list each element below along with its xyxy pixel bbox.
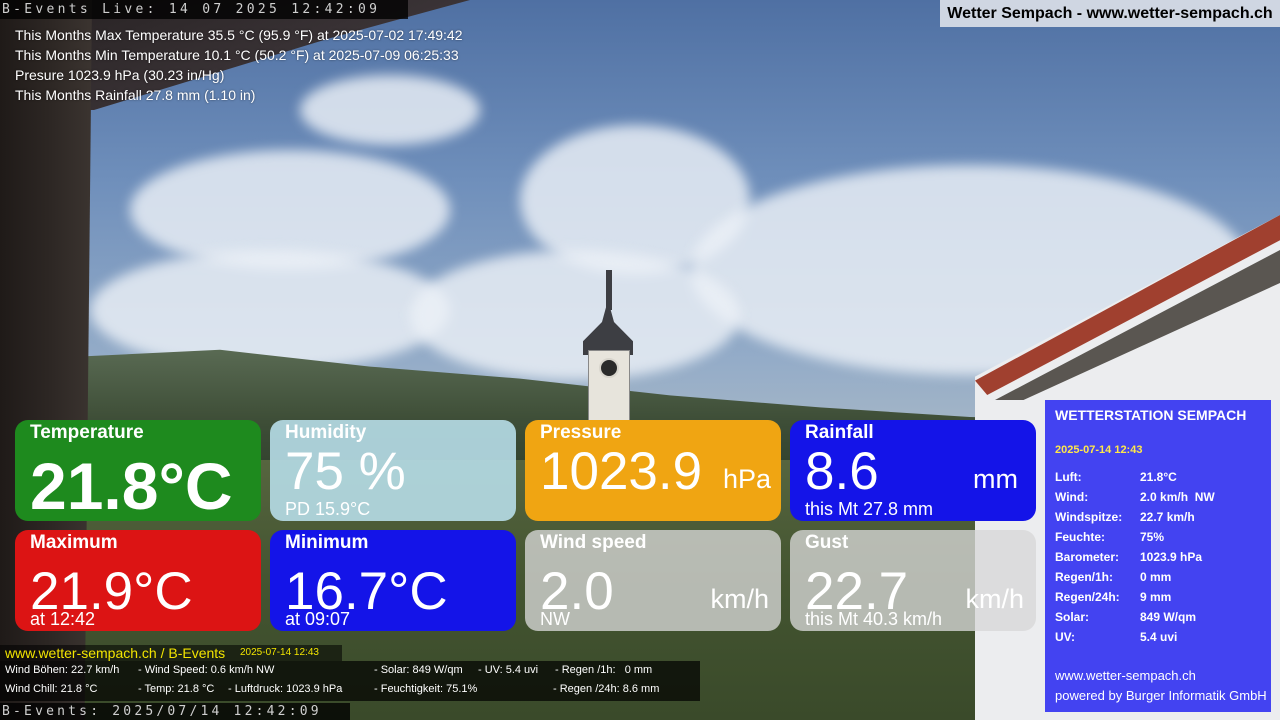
station-row-value: 9 mm — [1140, 590, 1172, 604]
station-url: www.wetter-sempach.ch — [1055, 668, 1196, 683]
ticker-timestamp: 2025-07-14 12:43 — [240, 647, 319, 658]
church-clock — [599, 358, 619, 378]
tile-subtext: at 12:42 — [30, 609, 96, 629]
stat-rainfall: This Months Rainfall 27.8 mm (1.10 in) — [15, 87, 256, 103]
tile-temperature: Temperature 21.8°C — [15, 420, 261, 521]
tile-subtext: PD 15.9°C — [285, 499, 371, 519]
station-row-value: 0 mm — [1140, 570, 1172, 584]
tile-gust: Gust 22.7 km/h this Mt 40.3 km/h — [790, 530, 1036, 631]
station-date: 2025-07-14 12:43 — [1055, 444, 1143, 456]
tile-title: Humidity — [285, 422, 367, 443]
station-row-key: Regen/24h: — [1055, 590, 1120, 604]
stat-max-temperature: This Months Max Temperature 35.5 °C (95.… — [15, 27, 463, 43]
cloud — [410, 250, 740, 380]
tile-title: Pressure — [540, 422, 622, 443]
station-row-value: 1023.9 hPa — [1140, 550, 1203, 564]
tile-subtext: at 09:07 — [285, 609, 351, 629]
tile-title: Gust — [805, 532, 849, 553]
tile-unit: hPa — [722, 464, 771, 494]
ticker-wind-gusts: Wind Böhen: 22.7 km/h — [5, 664, 120, 676]
ticker-wind-speed: - Wind Speed: 0.6 km/h NW — [138, 664, 275, 676]
tile-value: 75 % — [285, 442, 406, 501]
ticker-site-link: www.wetter-sempach.ch / B-Events — [5, 645, 226, 661]
station-row-value: 22.7 km/h — [1140, 510, 1195, 524]
station-row: UV: 5.4 uvi — [1055, 627, 1215, 647]
ticker-header: www.wetter-sempach.ch / B-Events 2025-07… — [0, 645, 342, 661]
station-row: Regen/1h: 0 mm — [1055, 567, 1215, 587]
monthly-stats: This Months Max Temperature 35.5 °C (95.… — [15, 25, 463, 105]
live-timestamp-bar: B-Events Live: 14 07 2025 12:42:09 — [0, 0, 408, 19]
station-row-value: 75% — [1140, 530, 1165, 544]
station-row-value: 2.0 km/h NW — [1140, 490, 1215, 504]
ticker-rain-1h: - Regen /1h: 0 mm — [555, 664, 653, 676]
station-row-key: Feuchte: — [1055, 530, 1106, 544]
ticker-wind-chill: Wind Chill: 21.8 °C — [5, 683, 98, 695]
tile-title: Rainfall — [805, 422, 874, 443]
stat-min-temperature: This Months Min Temperature 10.1 °C (50.… — [15, 47, 459, 63]
station-row-key: UV: — [1055, 630, 1076, 644]
tile-unit: mm — [973, 464, 1018, 494]
tile-unit: km/h — [710, 584, 769, 614]
tile-unit: km/h — [965, 584, 1024, 614]
station-row: Luft: 21.8°C — [1055, 467, 1215, 487]
station-row-key: Luft: — [1055, 470, 1082, 484]
tile-title: Maximum — [30, 532, 118, 553]
tile-subtext: this Mt 27.8 mm — [805, 499, 934, 519]
station-row: Barometer: 1023.9 hPa — [1055, 547, 1215, 567]
tile-subtext: NW — [540, 609, 570, 629]
site-title: Wetter Sempach - www.wetter-sempach.ch — [940, 0, 1280, 27]
cloud — [90, 250, 450, 370]
tile-pressure: Pressure 1023.9 hPa — [525, 420, 781, 521]
tile-value: 1023.9 — [540, 442, 703, 501]
station-panel: WETTERSTATION SEMPACH 2025-07-14 12:43 L… — [1045, 400, 1271, 712]
tile-wind-speed: Wind speed 2.0 km/h NW — [525, 530, 781, 631]
ticker-solar: - Solar: 849 W/qm — [374, 664, 463, 676]
station-row-value: 21.8°C — [1140, 470, 1177, 484]
station-row-key: Regen/1h: — [1055, 570, 1114, 584]
station-row: Windspitze: 22.7 km/h — [1055, 507, 1215, 527]
station-powered-by: powered by Burger Informatik GmbH — [1055, 688, 1267, 703]
station-row-value: 849 W/qm — [1140, 610, 1197, 624]
ticker-rain-24h: - Regen /24h: 8.6 mm — [553, 683, 660, 695]
tile-rainfall: Rainfall 8.6 mm this Mt 27.8 mm — [790, 420, 1036, 521]
ticker-humidity: - Feuchtigkeit: 75.1% — [374, 683, 478, 695]
ticker-air-pressure: - Luftdruck: 1023.9 hPa — [228, 683, 343, 695]
station-row-key: Barometer: — [1055, 550, 1120, 564]
bottom-timestamp-bar: B-Events: 2025/07/14 12:42:09 — [0, 703, 350, 720]
tile-title: Temperature — [30, 422, 144, 443]
tile-value: 8.6 — [805, 442, 879, 501]
station-readings: Luft: 21.8°C Wind: 2.0 km/h NW Windspitze:… — [1055, 467, 1215, 647]
stat-pressure: Presure 1023.9 hPa (30.23 in/Hg) — [15, 67, 225, 83]
station-row-value: 5.4 uvi — [1140, 630, 1178, 644]
tile-subtext: this Mt 40.3 km/h — [805, 609, 943, 629]
tile-title: Wind speed — [540, 532, 647, 553]
station-title: WETTERSTATION SEMPACH — [1055, 407, 1247, 423]
station-row: Feuchte: 75% — [1055, 527, 1215, 547]
station-row-key: Solar: — [1055, 610, 1090, 624]
tile-minimum: Minimum 16.7°C at 09:07 — [270, 530, 516, 631]
station-row-key: Wind: — [1055, 490, 1089, 504]
tile-title: Minimum — [285, 532, 369, 553]
tile-humidity: Humidity 75 % PD 15.9°C — [270, 420, 516, 521]
station-row: Regen/24h: 9 mm — [1055, 587, 1215, 607]
station-row-key: Windspitze: — [1055, 510, 1123, 524]
tile-value: 21.8°C — [30, 449, 233, 521]
tile-maximum: Maximum 21.9°C at 12:42 — [15, 530, 261, 631]
ticker-panel: Wind Böhen: 22.7 km/h - Wind Speed: 0.6 … — [0, 661, 700, 701]
ticker-uv: - UV: 5.4 uvi — [478, 664, 539, 676]
station-row: Solar: 849 W/qm — [1055, 607, 1215, 627]
ticker-temperature: - Temp: 21.8 °C — [138, 683, 215, 695]
station-row: Wind: 2.0 km/h NW — [1055, 487, 1215, 507]
